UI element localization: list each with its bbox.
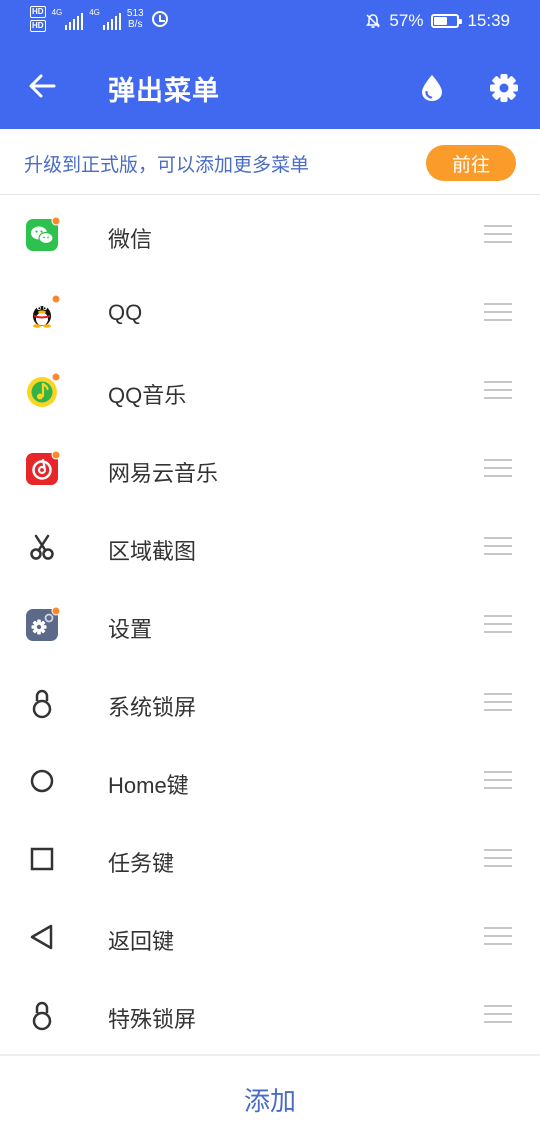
network-type-1: 4G [51, 8, 63, 17]
net-speed-value: 513 [126, 8, 144, 19]
list-item[interactable]: 返回键 [0, 898, 540, 976]
water-drop-icon[interactable] [414, 70, 450, 106]
lock-icon [32, 1001, 52, 1031]
signal-2-icon: 4G [89, 8, 121, 30]
scissors-icon [30, 534, 54, 560]
list-item[interactable]: 微信 [0, 196, 540, 274]
list-item[interactable]: QQ [0, 274, 540, 352]
arrow-left-icon[interactable] [24, 68, 60, 104]
gear-icon[interactable] [486, 70, 522, 106]
menu-item-label: 设置 [108, 617, 153, 642]
bell-off-icon [366, 14, 381, 28]
menu-item-label: 微信 [108, 227, 153, 252]
menu-item-label: 特殊锁屏 [108, 1007, 197, 1032]
qq-music-icon [27, 373, 60, 407]
menu-item-label: 系统锁屏 [108, 695, 197, 720]
battery-icon [431, 14, 463, 28]
net-speed-unit: B/s [128, 19, 143, 30]
app-bar: 弹出菜单 [0, 44, 540, 129]
drag-handle-icon[interactable] [484, 615, 512, 635]
settings-app-icon [26, 607, 60, 641]
netease-music-icon [26, 451, 60, 485]
goto-button[interactable]: 前往 [426, 145, 516, 181]
drag-handle-icon[interactable] [484, 459, 512, 479]
page-title: 弹出菜单 [108, 76, 220, 106]
hd1-badge: HD [30, 6, 46, 18]
list-item[interactable]: 系统锁屏 [0, 664, 540, 742]
hd-indicators: HD HD [30, 6, 46, 32]
list-item[interactable]: 网易云音乐 [0, 430, 540, 508]
upgrade-text: 升级到正式版，可以添加更多菜单 [24, 155, 310, 176]
triangle-back-icon [30, 924, 53, 950]
square-task-icon [30, 847, 54, 871]
drag-handle-icon[interactable] [484, 303, 512, 323]
menu-item-label: Home键 [108, 773, 189, 798]
list-item[interactable]: 特殊锁屏 [0, 976, 540, 1054]
wechat-icon [26, 217, 60, 251]
circle-home-icon [30, 769, 54, 793]
drag-handle-icon[interactable] [484, 537, 512, 557]
list-item[interactable]: 设置 [0, 586, 540, 664]
list-item[interactable]: 区域截图 [0, 508, 540, 586]
status-right: 57% 15:39 [365, 11, 510, 31]
drag-handle-icon[interactable] [484, 771, 512, 791]
footer-divider [0, 1054, 540, 1056]
qq-icon [33, 295, 60, 328]
battery-percent: 57% [389, 11, 424, 30]
menu-list: 微信 QQ QQ音乐 网易云音乐 区域截图 设置 系统锁屏 Home键 任务键 … [0, 196, 540, 1054]
alarm-icon [151, 11, 168, 27]
menu-item-label: QQ [108, 300, 143, 325]
drag-handle-icon[interactable] [484, 381, 512, 401]
list-item[interactable]: Home键 [0, 742, 540, 820]
network-type-2: 4G [89, 8, 100, 17]
upgrade-banner: 升级到正式版，可以添加更多菜单 前往 [0, 129, 540, 195]
net-speed: 513 B/s [127, 8, 144, 30]
drag-handle-icon[interactable] [484, 849, 512, 869]
menu-item-label: 网易云音乐 [108, 461, 219, 486]
menu-item-label: 返回键 [108, 929, 175, 954]
status-left: HD HD 4G 4G 513 B/s [30, 6, 168, 32]
list-item[interactable]: QQ音乐 [0, 352, 540, 430]
drag-handle-icon[interactable] [484, 225, 512, 245]
menu-item-label: QQ音乐 [108, 383, 187, 408]
hd2-badge: HD [30, 20, 46, 32]
menu-item-label: 任务键 [108, 851, 175, 876]
signal-1-icon: 4G [52, 8, 84, 30]
drag-handle-icon[interactable] [484, 927, 512, 947]
menu-item-label: 区域截图 [108, 539, 197, 564]
drag-handle-icon[interactable] [484, 1005, 512, 1025]
lock-icon [32, 689, 52, 719]
add-button[interactable]: 添加 [0, 1058, 540, 1140]
clock: 15:39 [467, 11, 510, 30]
list-item[interactable]: 任务键 [0, 820, 540, 898]
status-bar: HD HD 4G 4G 513 B/s 57% 15:39 [0, 0, 540, 44]
drag-handle-icon[interactable] [484, 693, 512, 713]
